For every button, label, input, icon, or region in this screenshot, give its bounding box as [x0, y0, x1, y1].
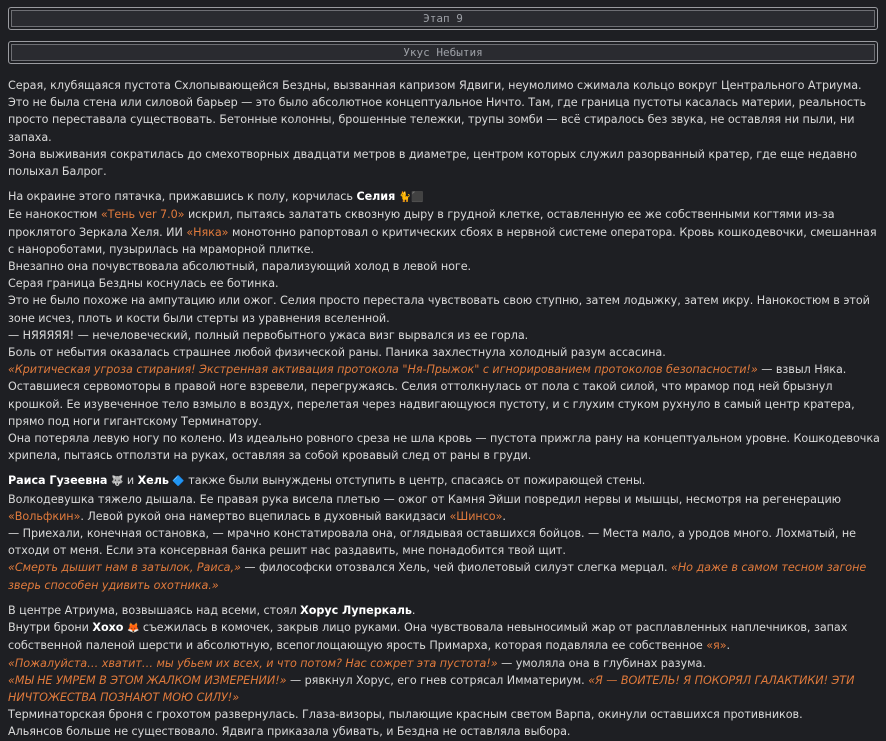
text-span: .: [502, 509, 506, 523]
text-span: — философски отозвался Хель, чей фиолето…: [240, 561, 671, 575]
item-name: «Шинсо»: [449, 509, 503, 523]
text-span: — рявкнул Хорус, его гнев сотрясал Иммат…: [286, 673, 589, 687]
paragraph: «МЫ НЕ УМРЕМ В ЭТОМ ЖАЛКОМ ИЗМЕРЕНИИ!» —…: [8, 672, 880, 706]
character-name-hel: Хель: [137, 474, 169, 488]
character-name-raisa: Раиса Гузеевна: [8, 474, 108, 488]
ai-name: «Няка»: [186, 225, 229, 239]
paragraph: Терминаторская броня с грохотом разверну…: [8, 708, 803, 722]
paragraph: Это не было похоже на ампутацию или ожог…: [8, 294, 870, 325]
paragraph: «Смерть дышит нам в затылок, Раиса,» — ф…: [8, 559, 880, 593]
paragraph: — НЯЯЯЯЯ! — нечеловеческий, полный перво…: [8, 328, 529, 342]
text-span: . Левой рукой она намертво вцепилась в д…: [80, 509, 450, 523]
text-span: также были вынуждены отступить в центр, …: [184, 474, 646, 488]
paragraph: Серая граница Бездны коснулась ее ботинк…: [8, 277, 279, 291]
text-span: Внутри брони: [8, 621, 93, 635]
paragraph: Внутри брони Хохо 🦊 съежилась в комочек,…: [8, 619, 880, 654]
text-span: Ее нанокостюм: [8, 208, 101, 222]
paragraph: Зона выживания сократилась до смехотворн…: [8, 147, 857, 179]
text-span: — взвыл Няка.: [757, 363, 847, 377]
paragraph: Боль от небытия оказалась страшнее любой…: [8, 346, 666, 360]
paragraph: В центре Атриума, возвышаясь над всеми, …: [8, 602, 880, 619]
item-name: «Тень ver 7.0»: [100, 208, 185, 222]
text-span: Волкодевушка тяжело дышала. Ее правая ру…: [8, 492, 842, 506]
highlight-word: «я»: [706, 639, 727, 653]
chapter-header: Укус Небытия: [8, 41, 878, 64]
paragraph: Внезапно она почувствовала абсолютный, п…: [8, 260, 472, 274]
character-name-horus: Хорус Луперкаль: [300, 603, 412, 617]
paragraph: Волкодевушка тяжело дышала. Ее правая ру…: [8, 491, 880, 525]
paragraph: Раиса Гузеевна 🐺 и Хель 🔷 также были вын…: [8, 472, 880, 490]
character-name-hoho: Хохо: [92, 621, 124, 635]
paragraph: «Критическая угроза стирания! Экстренная…: [8, 361, 880, 378]
paragraph: На окраине этого пятачка, прижавшись к п…: [8, 188, 880, 206]
paragraph: Оставшиеся сервомоторы в правой ноге взр…: [8, 380, 855, 428]
text-span: .: [726, 639, 731, 653]
character-name-celia: Селия: [356, 190, 396, 204]
dialogue-quote: «МЫ НЕ УМРЕМ В ЭТОМ ЖАЛКОМ ИЗМЕРЕНИИ!»: [8, 673, 287, 687]
stage-title: Этап 9: [423, 12, 463, 25]
paragraph: Ее нанокостюм «Тень ver 7.0» искрил, пыт…: [8, 206, 880, 258]
text-span: В центре Атриума, возвышаясь над всеми, …: [8, 603, 301, 617]
paragraph: Альянсов больше не существовало. Ядвига …: [8, 725, 571, 739]
text-span: На окраине этого пятачка, прижавшись к п…: [8, 190, 357, 204]
dialogue-quote: «Пожалуйста… хватит… мы убьем их всех, и…: [8, 656, 498, 670]
text-span: — умоляла она в глубинах разума.: [497, 656, 706, 670]
text-span: и: [123, 474, 138, 488]
text-span: .: [411, 603, 416, 617]
wolf-icon: 🐺: [110, 476, 124, 488]
dialogue-quote: «Смерть дышит нам в затылок, Раиса,»: [8, 561, 241, 575]
story-text: Серая, клубящаяся пустота Схлопывающейся…: [8, 77, 880, 741]
diamond-icon: 🔷: [172, 476, 185, 488]
paragraph: — Приехали, конечная остановка, — мрачно…: [8, 527, 856, 558]
item-name: «Вольфкин»: [8, 509, 81, 523]
cat-icon: 🐈⬛: [398, 192, 424, 204]
fox-icon: 🦊: [126, 623, 140, 635]
chapter-title: Укус Небытия: [403, 46, 483, 59]
paragraph: Серая, клубящаяся пустота Схлопывающейся…: [8, 79, 867, 144]
stage-header: Этап 9: [8, 7, 878, 30]
system-quote: «Критическая угроза стирания! Экстренная…: [8, 363, 758, 377]
paragraph: Она потеряла левую ногу по колено. Из ид…: [8, 432, 880, 463]
paragraph: «Пожалуйста… хватит… мы убьем их всех, и…: [8, 655, 880, 672]
